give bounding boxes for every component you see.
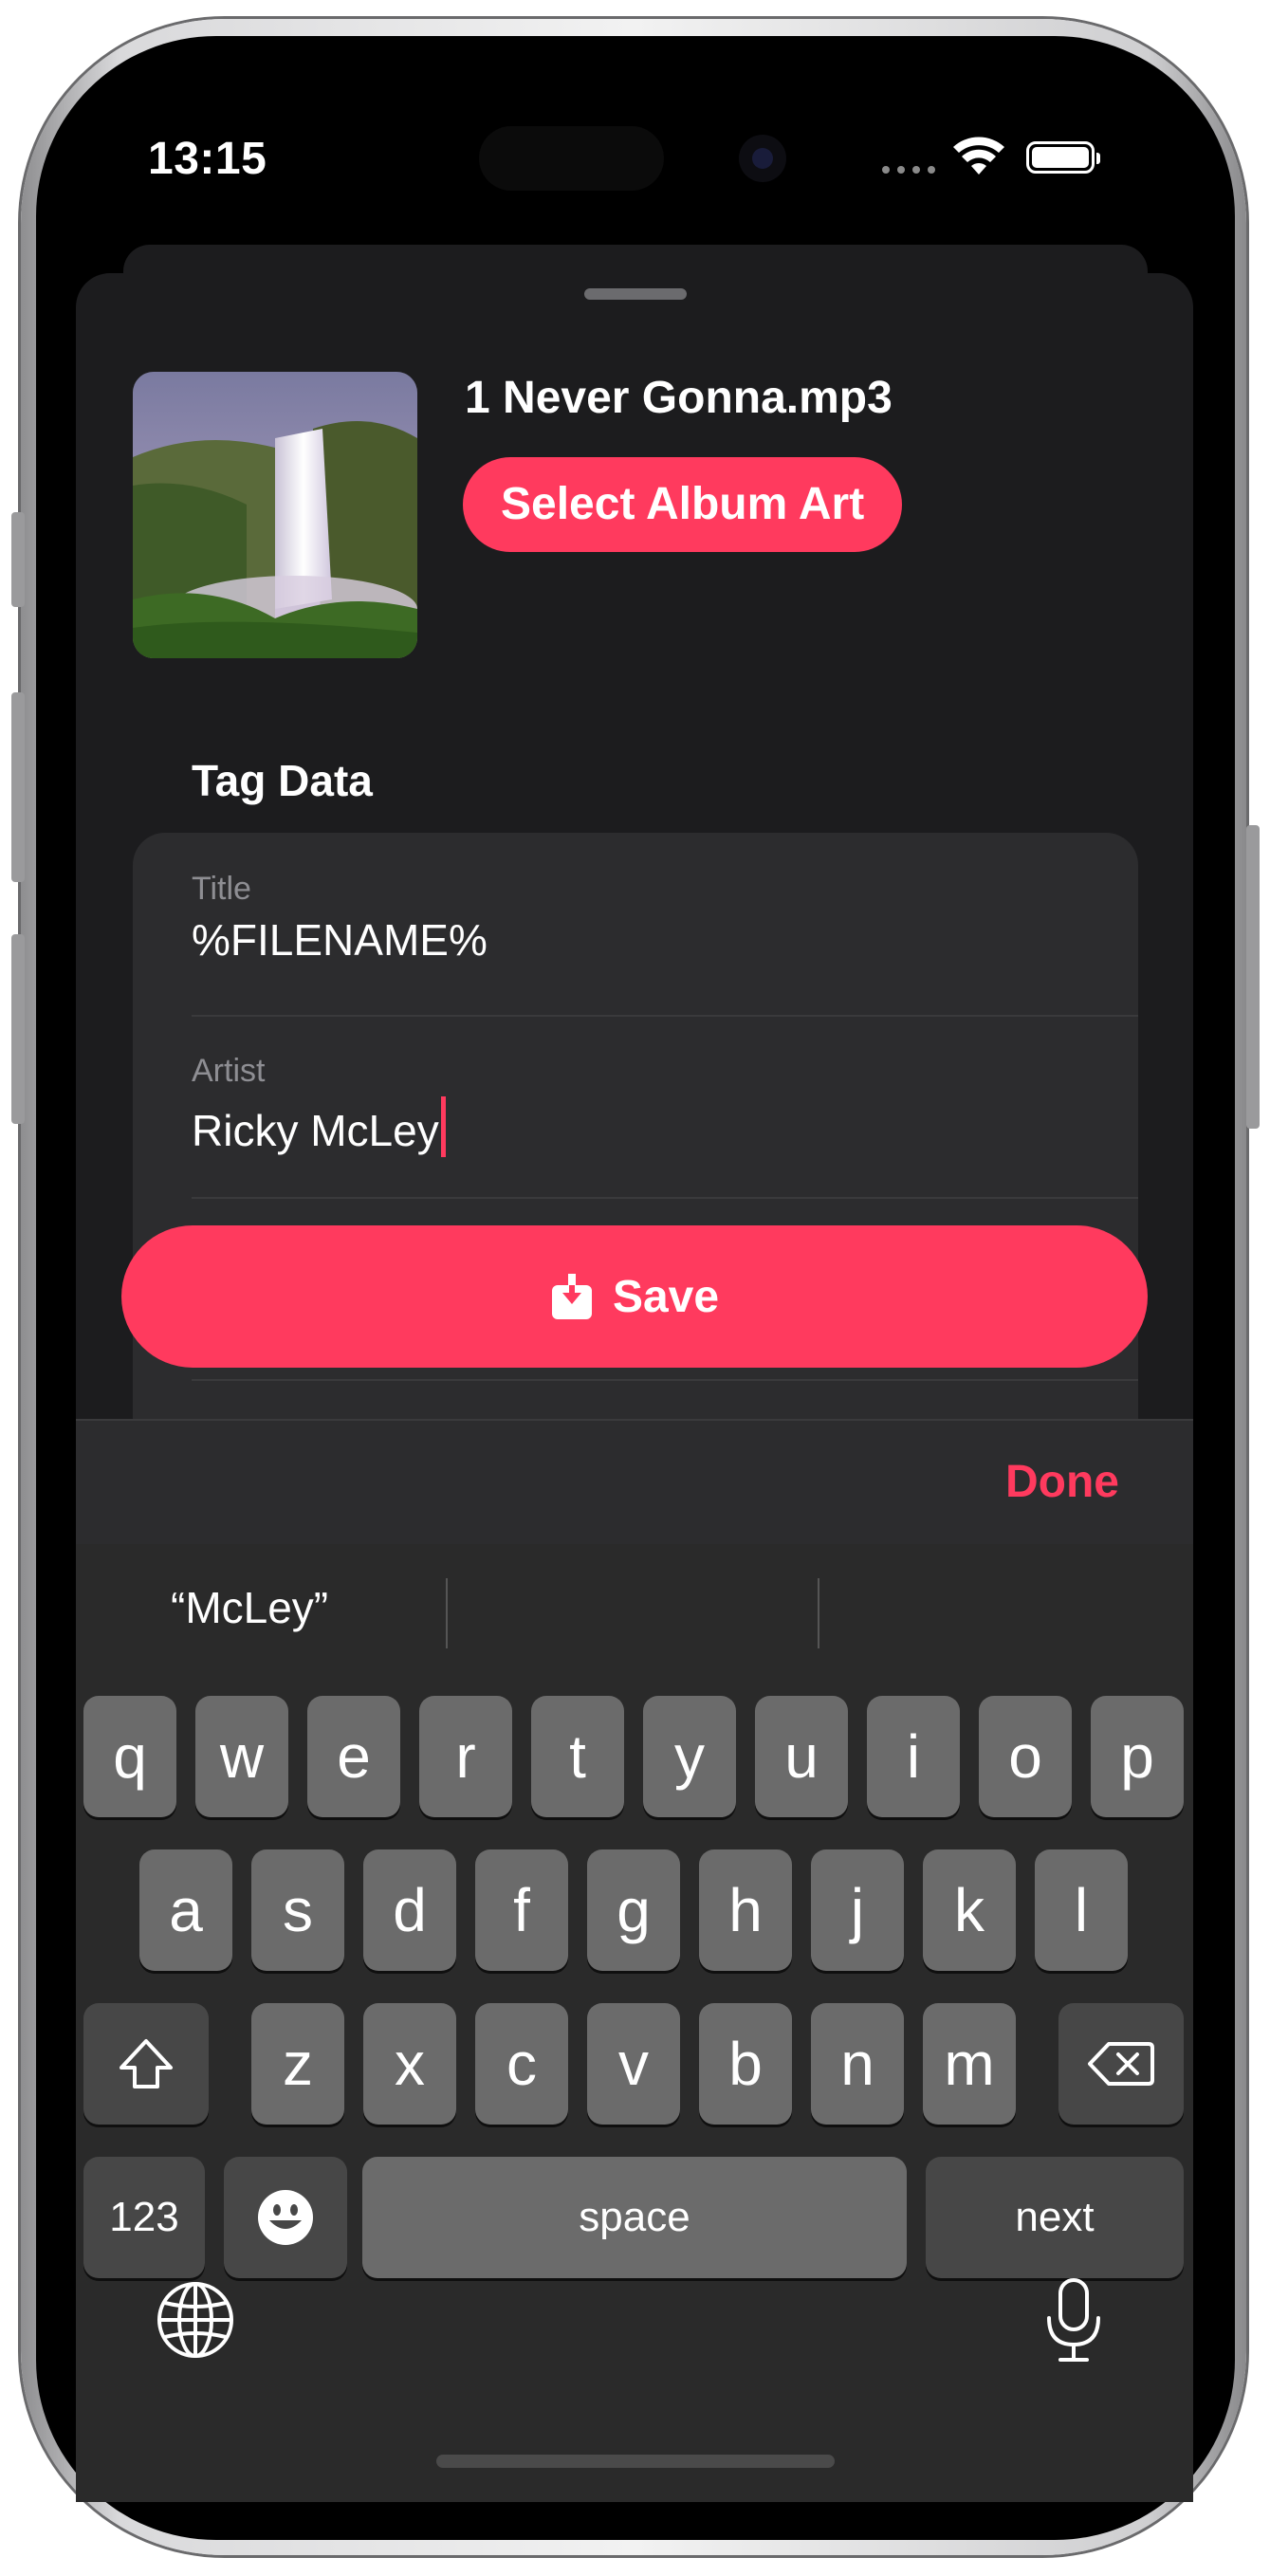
artist-input[interactable]: Ricky McLey (192, 1106, 439, 1155)
key-o[interactable]: o (979, 1696, 1072, 1817)
keyboard-bottom-row (76, 2274, 1193, 2388)
key-m[interactable]: m (923, 2003, 1016, 2125)
done-button[interactable]: Done (1000, 1455, 1125, 1509)
key-p[interactable]: p (1091, 1696, 1184, 1817)
save-download-icon (551, 1274, 592, 1319)
wifi-icon (953, 137, 1004, 175)
tag-fields-card: Title %FILENAME% Artist Ricky McLey (133, 833, 1138, 1497)
keyboard: “McLey” q w e r t y u i o p a s d f g h … (76, 1544, 1193, 2502)
key-b[interactable]: b (699, 2003, 792, 2125)
key-z[interactable]: z (251, 2003, 344, 2125)
key-k[interactable]: k (923, 1849, 1016, 1971)
home-indicator[interactable] (436, 2455, 835, 2468)
key-i[interactable]: i (867, 1696, 960, 1817)
key-v[interactable]: v (587, 2003, 680, 2125)
section-title-tag-data: Tag Data (192, 756, 373, 805)
key-j[interactable]: j (811, 1849, 904, 1971)
artist-input-wrapper[interactable]: Ricky McLey (192, 1096, 446, 1157)
space-key[interactable]: space (362, 2157, 907, 2278)
key-g[interactable]: g (587, 1849, 680, 1971)
shift-icon (120, 2039, 173, 2088)
delete-icon (1088, 2042, 1154, 2086)
key-l[interactable]: l (1035, 1849, 1128, 1971)
save-button[interactable]: Save (121, 1225, 1148, 1368)
album-art-image[interactable] (133, 372, 417, 658)
cellular-signal-icon (882, 166, 935, 174)
key-x[interactable]: x (363, 2003, 456, 2125)
key-e[interactable]: e (307, 1696, 400, 1817)
suggestion-divider (446, 1578, 448, 1648)
battery-icon (1026, 141, 1100, 174)
artist-field-label: Artist (192, 1053, 266, 1089)
text-cursor (440, 1096, 446, 1157)
globe-icon[interactable] (156, 2280, 235, 2360)
key-a[interactable]: a (139, 1849, 232, 1971)
key-r[interactable]: r (419, 1696, 512, 1817)
power-button (1246, 825, 1260, 1129)
suggestion-divider (818, 1578, 819, 1648)
emoji-icon (258, 2190, 313, 2245)
title-field[interactable]: Title %FILENAME% (192, 833, 1138, 1017)
key-s[interactable]: s (251, 1849, 344, 1971)
keyboard-toolbar: Done (76, 1419, 1193, 1546)
next-key[interactable]: next (926, 2157, 1184, 2278)
key-f[interactable]: f (475, 1849, 568, 1971)
volume-down-button (11, 934, 25, 1124)
shift-key[interactable] (83, 2003, 209, 2125)
key-t[interactable]: t (531, 1696, 624, 1817)
status-time: 13:15 (148, 134, 267, 184)
select-album-art-button[interactable]: Select Album Art (463, 457, 903, 552)
dynamic-island (479, 126, 664, 191)
key-c[interactable]: c (475, 2003, 568, 2125)
key-q[interactable]: q (83, 1696, 176, 1817)
microphone-icon[interactable] (1043, 2276, 1104, 2364)
key-h[interactable]: h (699, 1849, 792, 1971)
numbers-key[interactable]: 123 (83, 2157, 205, 2278)
key-w[interactable]: w (195, 1696, 288, 1817)
save-label: Save (612, 1271, 720, 1322)
volume-up-button (11, 692, 25, 882)
action-button (11, 512, 25, 607)
sheet-grabber[interactable] (584, 288, 687, 300)
key-n[interactable]: n (811, 2003, 904, 2125)
key-u[interactable]: u (755, 1696, 848, 1817)
key-y[interactable]: y (643, 1696, 736, 1817)
camera-icon (739, 135, 786, 182)
emoji-key[interactable] (224, 2157, 347, 2278)
suggestion-item[interactable]: “McLey” (171, 1582, 328, 1633)
title-input[interactable]: %FILENAME% (192, 914, 488, 966)
file-name: 1 Never Gonna.mp3 (465, 373, 893, 423)
artist-field[interactable]: Artist Ricky McLey (192, 1015, 1138, 1199)
key-d[interactable]: d (363, 1849, 456, 1971)
title-field-label: Title (192, 871, 251, 907)
suggestion-bar: “McLey” (76, 1544, 1193, 1669)
delete-key[interactable] (1058, 2003, 1184, 2125)
